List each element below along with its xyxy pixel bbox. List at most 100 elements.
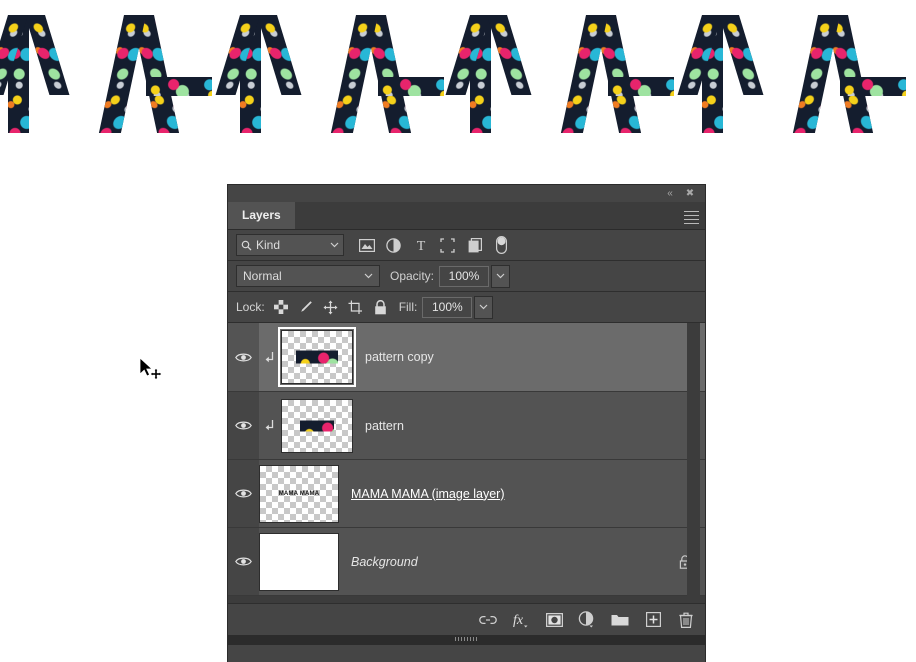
filter-type-icons: T bbox=[358, 236, 510, 254]
new-layer-button[interactable] bbox=[644, 611, 662, 629]
letter-stroke bbox=[487, 15, 532, 95]
fill-stepper[interactable] bbox=[474, 295, 494, 319]
chevron-down-icon bbox=[496, 273, 505, 279]
layer-thumbnail-cell bbox=[278, 327, 356, 387]
layer-thumbnail[interactable] bbox=[278, 327, 356, 387]
thumbnail-pattern-strip bbox=[300, 420, 334, 431]
lock-position-icon[interactable] bbox=[323, 299, 339, 315]
trash-icon bbox=[679, 612, 693, 628]
letter-stroke bbox=[840, 77, 906, 96]
move-tool-cursor bbox=[139, 357, 166, 384]
link-layers-button[interactable] bbox=[479, 611, 497, 629]
lock-all-icon[interactable] bbox=[373, 299, 389, 315]
clipping-arrow-icon bbox=[265, 420, 273, 431]
letter-a bbox=[98, 15, 236, 133]
layer-thumbnail-cell bbox=[281, 398, 353, 453]
tab-layers[interactable]: Layers bbox=[228, 202, 295, 229]
layer-name[interactable]: pattern copy bbox=[365, 350, 705, 364]
letter-stroke bbox=[378, 77, 444, 96]
table-row[interactable]: pattern copy bbox=[228, 323, 705, 392]
eye-icon bbox=[235, 421, 252, 430]
layer-visibility-toggle[interactable] bbox=[228, 392, 259, 459]
panel-titlebar: « ✖ bbox=[228, 185, 705, 202]
panel-resize-grip[interactable] bbox=[454, 637, 479, 641]
layer-name[interactable]: pattern bbox=[365, 419, 705, 433]
lock-transparent-pixels-icon[interactable] bbox=[273, 299, 289, 315]
hamburger-menu-icon[interactable] bbox=[684, 208, 699, 224]
eye-icon bbox=[235, 353, 252, 361]
panel-resize-footer[interactable] bbox=[228, 635, 705, 645]
lock-row: Lock: Fill: 100% bbox=[228, 292, 705, 323]
table-row[interactable]: Background bbox=[228, 528, 705, 596]
layer-thumbnail[interactable] bbox=[281, 398, 353, 453]
add-layer-mask-button[interactable] bbox=[545, 611, 563, 629]
document-canvas[interactable] bbox=[0, 0, 916, 185]
layers-panel-toolbar: fx bbox=[228, 603, 705, 635]
opacity-input[interactable]: 100% bbox=[439, 265, 490, 287]
filter-kind-select[interactable]: Kind bbox=[236, 234, 344, 256]
close-icon[interactable]: ✖ bbox=[683, 187, 697, 200]
blend-mode-value: Normal bbox=[243, 269, 282, 283]
lock-label: Lock: bbox=[236, 300, 265, 314]
folder-icon bbox=[611, 614, 629, 625]
filter-pixel-layers-icon[interactable] bbox=[358, 237, 375, 254]
layer-thumbnail[interactable] bbox=[259, 532, 339, 591]
filter-adjustment-layers-icon[interactable] bbox=[385, 237, 402, 254]
letter-a bbox=[792, 15, 916, 133]
lock-icons bbox=[273, 299, 389, 315]
opacity-stepper[interactable] bbox=[491, 264, 511, 288]
fill-label: Fill: bbox=[398, 300, 418, 314]
artwork-mama-mama bbox=[0, 15, 916, 135]
filter-toggle-switch[interactable] bbox=[493, 236, 510, 254]
fx-icon: fx bbox=[513, 613, 528, 628]
layer-thumbnail-cell bbox=[259, 532, 339, 591]
layer-visibility-toggle[interactable] bbox=[228, 528, 259, 595]
layer-thumbnail-cell: MAMA MAMA bbox=[259, 464, 339, 523]
thumbnail-pattern-strip bbox=[296, 350, 338, 364]
clipping-arrow-icon bbox=[265, 351, 273, 362]
new-group-button[interactable] bbox=[611, 611, 629, 629]
filter-smart-object-icon[interactable] bbox=[466, 237, 483, 254]
blend-mode-select[interactable]: Normal bbox=[236, 265, 380, 287]
layer-list-empty-space bbox=[228, 596, 705, 603]
clipping-mask-indicator bbox=[259, 392, 281, 459]
layer-thumbnail[interactable]: MAMA MAMA bbox=[259, 464, 339, 523]
thumbnail-text: MAMA MAMA bbox=[278, 490, 320, 497]
chevron-down-icon bbox=[479, 304, 488, 310]
blend-mode-row: Normal Opacity: 100% bbox=[228, 261, 705, 292]
filter-type-layers-icon[interactable]: T bbox=[412, 237, 429, 254]
layer-styles-button[interactable]: fx bbox=[512, 611, 530, 629]
adjustment-icon bbox=[578, 611, 594, 628]
layers-panel[interactable]: « ✖ Layers Kind T Normal Opacity: 100% L… bbox=[228, 185, 705, 662]
eye-icon bbox=[235, 557, 252, 566]
fill-input[interactable]: 100% bbox=[422, 296, 473, 318]
filter-shape-layers-icon[interactable] bbox=[439, 237, 456, 254]
new-adjustment-layer-button[interactable] bbox=[578, 611, 596, 629]
layer-list[interactable]: pattern copy pattern MAMA MAMA MAMA MAMA… bbox=[228, 323, 705, 603]
opacity-label: Opacity: bbox=[390, 269, 435, 283]
collapse-panel-icon[interactable]: « bbox=[663, 187, 677, 200]
layer-filter-row: Kind T bbox=[228, 230, 705, 261]
layer-visibility-toggle[interactable] bbox=[228, 460, 259, 527]
mama-word-2 bbox=[445, 15, 916, 135]
layer-list-scrollbar[interactable] bbox=[687, 323, 700, 603]
table-row[interactable]: MAMA MAMA MAMA MAMA (image layer) bbox=[228, 460, 705, 528]
lock-artboard-nesting-icon[interactable] bbox=[348, 299, 364, 315]
letter-stroke bbox=[257, 15, 302, 95]
letter-stroke bbox=[25, 15, 70, 95]
letter-stroke bbox=[608, 77, 674, 96]
layer-visibility-toggle[interactable] bbox=[228, 323, 259, 391]
table-row[interactable]: pattern bbox=[228, 392, 705, 460]
search-icon bbox=[241, 240, 252, 250]
clipping-mask-indicator bbox=[259, 323, 281, 391]
delete-layer-button[interactable] bbox=[677, 611, 695, 629]
lock-image-pixels-icon[interactable] bbox=[298, 299, 314, 315]
svg-text:T: T bbox=[416, 239, 425, 252]
eye-icon bbox=[235, 489, 252, 498]
plus-square-icon bbox=[645, 612, 661, 627]
chevron-down-icon bbox=[364, 273, 373, 279]
layer-name[interactable]: Background bbox=[351, 555, 679, 569]
layer-name[interactable]: MAMA MAMA (image layer) bbox=[351, 487, 705, 501]
mask-icon bbox=[545, 612, 563, 627]
panel-tabstrip: Layers bbox=[228, 202, 705, 230]
